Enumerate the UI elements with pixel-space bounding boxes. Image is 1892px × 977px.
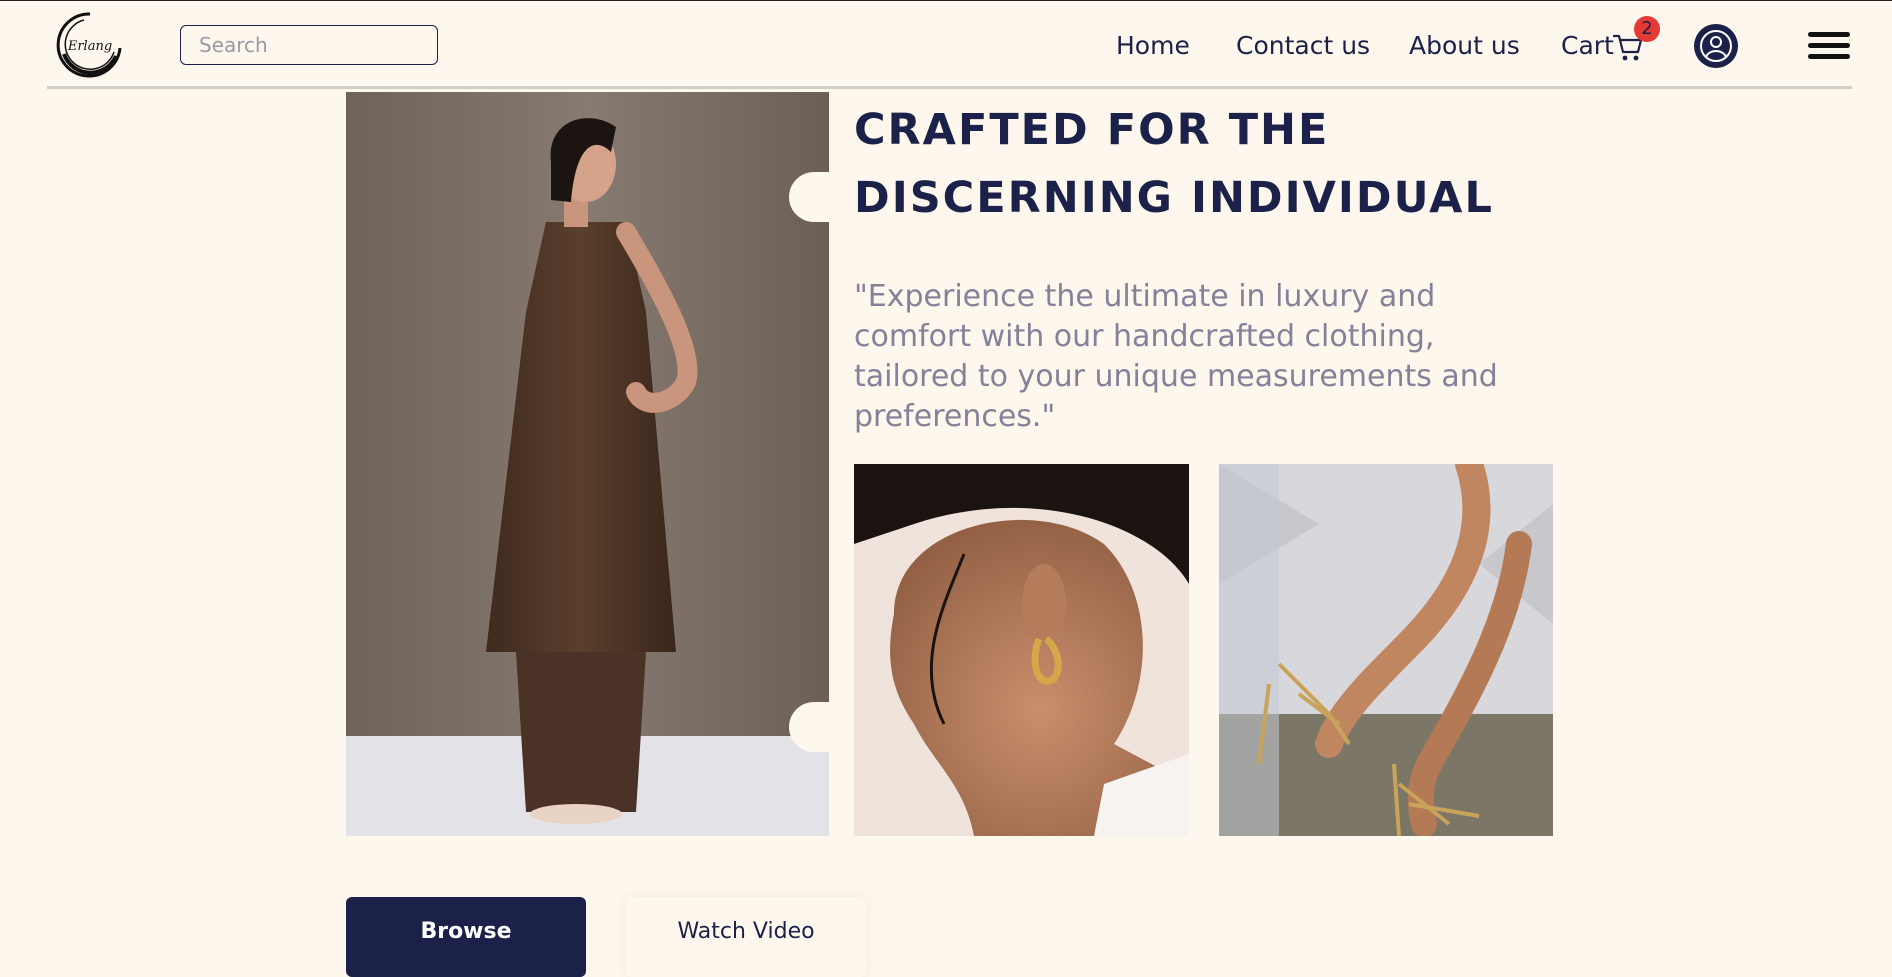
heels-legs-photo — [1219, 464, 1553, 836]
search-input[interactable] — [180, 25, 438, 65]
headline-line-2: DISCERNING INDIVIDUAL — [854, 173, 1494, 223]
photo-notch-bottom — [789, 702, 841, 752]
user-account-icon[interactable] — [1694, 24, 1738, 68]
hamburger-menu-icon[interactable] — [1808, 32, 1850, 60]
watch-video-button[interactable]: Watch Video — [626, 897, 866, 977]
brand-logo[interactable]: Erlang — [54, 10, 124, 78]
nav-contact-us[interactable]: Contact us — [1236, 31, 1370, 60]
logo-text: Erlang — [67, 39, 112, 54]
nav-about-us[interactable]: About us — [1409, 31, 1520, 60]
top-border — [0, 0, 1892, 1]
headline-line-1: CRAFTED FOR THE — [854, 105, 1330, 155]
photo-notch-top — [789, 172, 841, 222]
earring-model-photo — [854, 464, 1189, 836]
cart-count-badge: 2 — [1634, 16, 1660, 42]
hero-quote: "Experience the ultimate in luxury and c… — [854, 279, 1498, 434]
nav-cart[interactable]: Cart — [1561, 31, 1614, 60]
browse-button[interactable]: Browse — [346, 897, 586, 977]
nav-home[interactable]: Home — [1116, 31, 1190, 60]
model-dress-photo — [346, 92, 829, 836]
header-divider — [47, 86, 1852, 89]
hero-headline: CRAFTED FOR THE DISCERNING INDIVIDUAL — [854, 96, 1554, 232]
